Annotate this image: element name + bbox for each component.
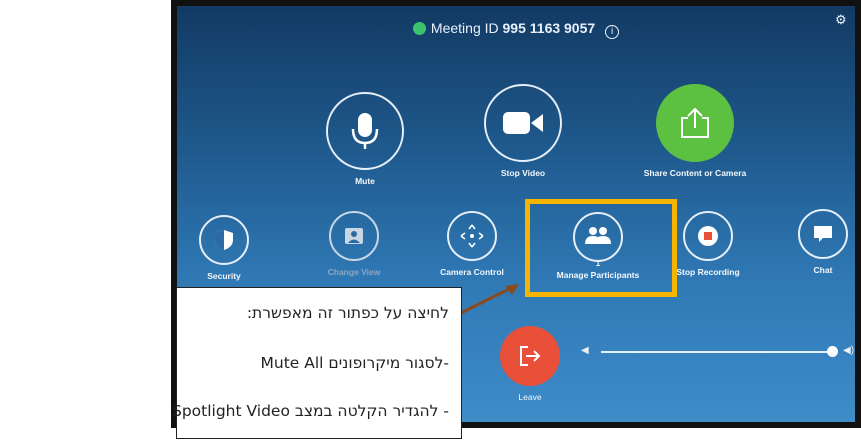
volume-slider[interactable] — [601, 351, 827, 353]
share-button[interactable]: Share Content or Camera — [625, 84, 765, 178]
leave-button[interactable]: Leave — [495, 326, 565, 402]
change-view-label: Change View — [327, 267, 381, 277]
security-label: Security — [207, 271, 241, 281]
camera-control-label: Camera Control — [440, 267, 504, 277]
meeting-id-value: 995 1163 9057 — [502, 20, 596, 36]
video-camera-icon — [503, 112, 543, 134]
callout-arrow — [458, 284, 519, 316]
share-icon — [681, 107, 709, 138]
shield-icon — [215, 230, 233, 250]
stop-video-button[interactable]: Stop Video — [473, 84, 573, 178]
volume-high-icon: ◀) — [843, 345, 855, 356]
share-label: Share Content or Camera — [643, 168, 747, 178]
info-icon[interactable]: i — [605, 25, 620, 39]
stop-recording-button[interactable]: Stop Recording — [665, 211, 751, 277]
gear-icon[interactable]: ⚙ — [835, 12, 847, 27]
callout-line-2: -לסגור מיקרופונים Mute All — [260, 354, 449, 372]
mute-label: Mute — [355, 176, 375, 186]
camera-control-button[interactable]: Camera Control — [429, 211, 515, 277]
chat-button[interactable]: Chat — [793, 209, 853, 275]
change-view-button[interactable]: Change View — [317, 211, 391, 277]
microphone-icon — [351, 113, 379, 149]
volume-slider-knob[interactable] — [827, 346, 838, 357]
meeting-id-label: Meeting ID — [430, 20, 499, 36]
leave-icon — [520, 346, 541, 366]
security-button[interactable]: Security — [197, 215, 251, 281]
meeting-id-bar: Meeting ID 995 1163 9057 i — [177, 20, 855, 39]
chat-icon — [814, 226, 832, 242]
volume-low-icon: ◀ — [581, 345, 589, 356]
stop-recording-label: Stop Recording — [676, 267, 740, 277]
camera-control-icon — [460, 224, 484, 248]
view-icon — [345, 228, 363, 244]
callout-box: לחיצה על כפתור זה מאפשרת: -לסגור מיקרופו… — [172, 287, 462, 439]
callout-line-3: - להגדיר הקלטה במצב Spotlight Video — [171, 402, 449, 420]
chat-label: Chat — [813, 265, 833, 275]
leave-label: Leave — [518, 392, 542, 402]
record-icon — [698, 226, 718, 246]
stop-video-label: Stop Video — [500, 168, 546, 178]
mute-button[interactable]: Mute — [317, 92, 413, 186]
callout-line-1: לחיצה על כפתור זה מאפשרת: — [246, 304, 449, 322]
manage-participants-highlight — [525, 199, 677, 297]
shield-check-icon — [412, 22, 426, 35]
